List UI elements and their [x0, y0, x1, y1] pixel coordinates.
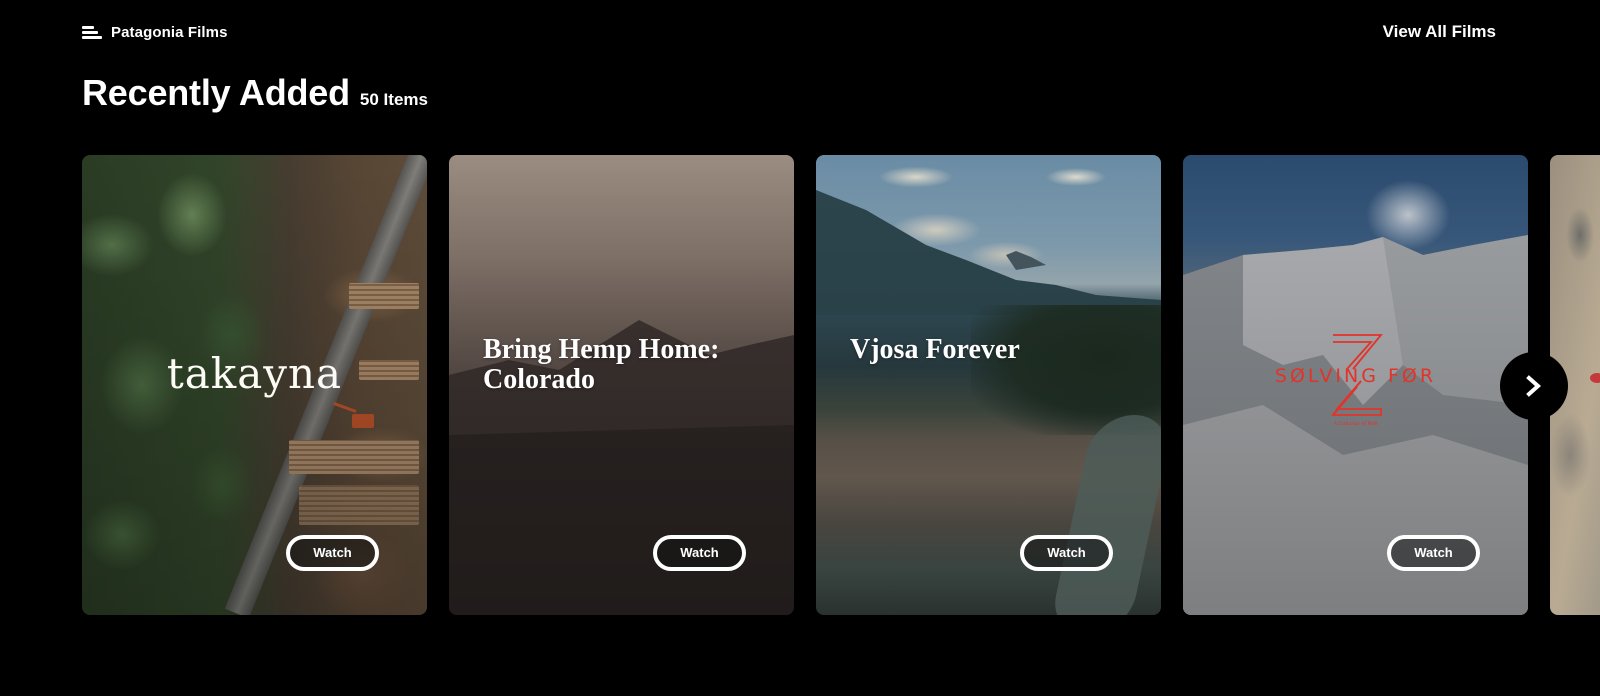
carousel-next-button[interactable]: [1500, 352, 1568, 420]
film-card-vjosa-forever[interactable]: Vjosa Forever Watch: [816, 155, 1161, 615]
film-card-solving-for-z[interactable]: SØLVING FØR A Calculus of Risk Watch: [1183, 155, 1528, 615]
section-title: Recently Added: [82, 72, 350, 113]
watch-button[interactable]: Watch: [286, 535, 379, 571]
film-subtitle: A Calculus of Risk: [1333, 421, 1378, 427]
chevron-right-icon: [1526, 375, 1542, 397]
film-title: takayna: [166, 349, 343, 398]
page: Patagonia Films View All Films Recently …: [0, 0, 1600, 696]
view-all-films-link[interactable]: View All Films: [1383, 22, 1496, 42]
film-card-bring-hemp-home[interactable]: Bring Hemp Home: Colorado Watch: [449, 155, 794, 615]
watch-button[interactable]: Watch: [1387, 535, 1480, 571]
film-title: Vjosa Forever: [850, 334, 1020, 365]
film-title: Bring Hemp Home: Colorado: [483, 334, 720, 395]
section-header: Recently Added 50 Items: [82, 72, 428, 114]
climber-shape: [1590, 373, 1600, 383]
brand-link[interactable]: Patagonia Films: [82, 24, 228, 41]
films-carousel: takayna Watch Bring Hemp Home: Colorado …: [82, 155, 1600, 615]
film-logo: SØLVING FØR A Calculus of Risk: [1183, 333, 1528, 427]
watch-button[interactable]: Watch: [653, 535, 746, 571]
brand-name: Patagonia Films: [111, 24, 228, 41]
film-card-takayna[interactable]: takayna Watch: [82, 155, 427, 615]
menu-lines-icon: [82, 24, 102, 41]
watch-button[interactable]: Watch: [1020, 535, 1113, 571]
film-title: SØLVING FØR: [1274, 365, 1437, 387]
carousel-track: takayna Watch Bring Hemp Home: Colorado …: [82, 155, 1600, 615]
item-count: 50 Items: [359, 90, 428, 109]
